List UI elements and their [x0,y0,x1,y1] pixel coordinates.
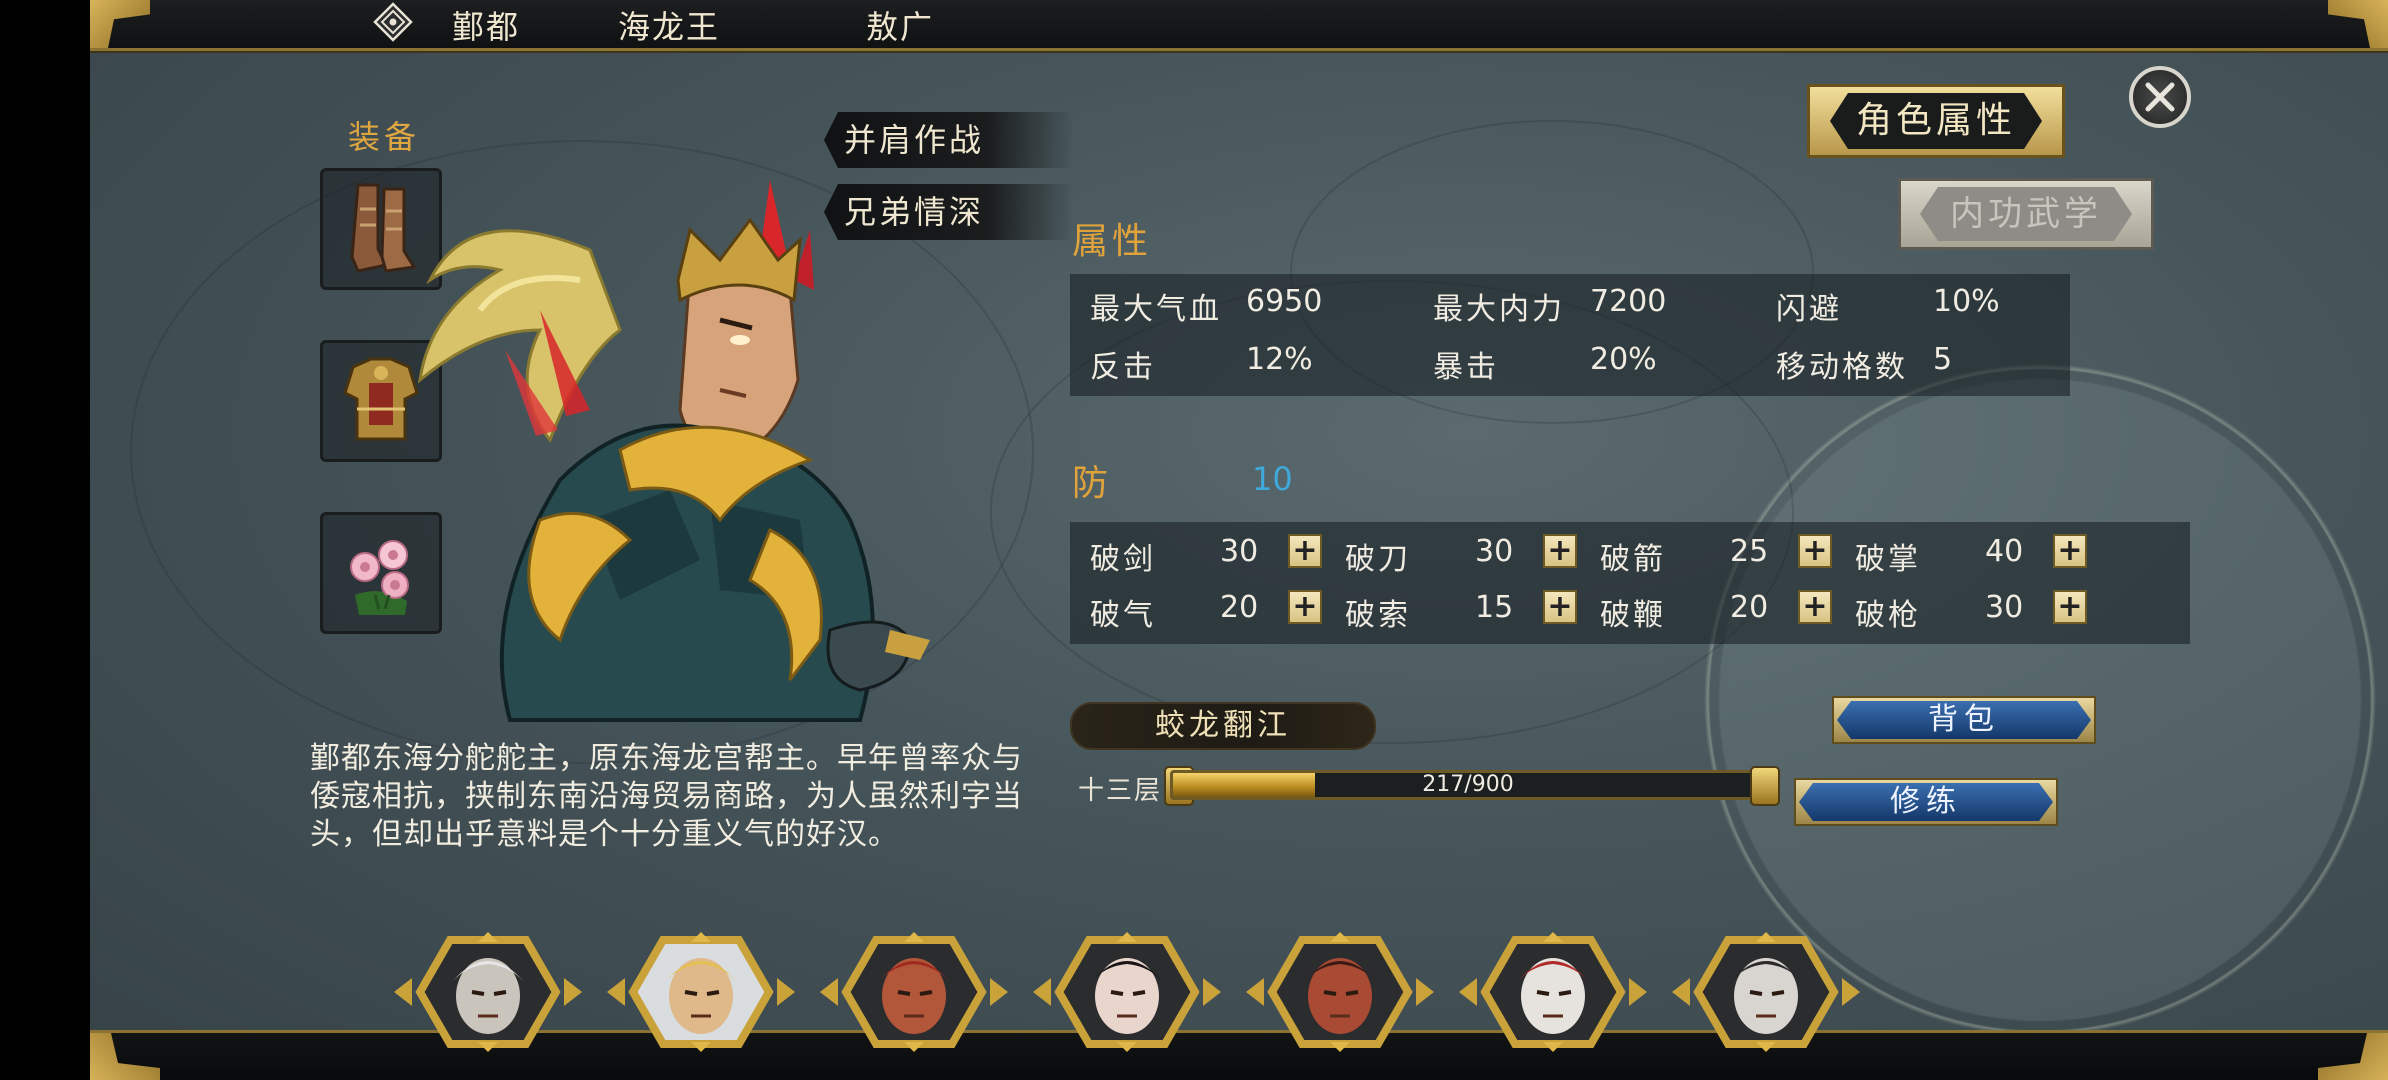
bond-tag[interactable]: 并肩作战 [824,112,1074,168]
defense-value-cell: 30 [1985,590,2024,625]
train-button-label: 修练 [1799,783,2053,821]
defense-value-cell: 15 [1475,590,1514,625]
equipment-title: 装备 [348,118,421,156]
character-description: 鄞都东海分舵舵主，原东海龙宫帮主。早年曾率众与倭寇相抗，挟制东南沿海贸易商路，为… [310,741,1023,852]
martial-skill-name[interactable]: 蛟龙翻江 [1070,702,1376,750]
defense-label: 破枪 [1855,598,1921,633]
tab-internal-martial-arts[interactable]: 内功武学 [1898,178,2154,250]
ornament-corner [90,0,150,48]
stat-label: 闪避 [1776,292,1842,327]
increase-button[interactable]: + [1543,590,1577,624]
tab-label: 角色属性 [1830,93,2042,149]
hero-portrait-1[interactable] [390,930,586,1054]
increase-button[interactable]: + [1543,534,1577,568]
stat-label: 暴击 [1433,350,1499,385]
faction-name: 鄞都 [452,8,521,46]
defense-label: 破掌 [1855,542,1921,577]
defense-title: 防 [1072,463,1113,504]
increase-button[interactable]: + [2053,534,2087,568]
tab-character-attributes[interactable]: 角色属性 [1807,84,2065,158]
defense-value: 10 [1252,460,1293,498]
increase-button[interactable]: + [1798,590,1832,624]
defense-label: 破气 [1090,598,1156,633]
hero-portrait-5[interactable] [1242,930,1438,1054]
bag-button-label: 背包 [1837,701,2091,739]
ornament-corner [2318,1033,2388,1080]
defense-value-cell: 30 [1475,534,1514,569]
train-button[interactable]: 修练 [1794,778,2058,826]
faction-crest-icon [373,2,413,42]
ornament-corner [90,1033,160,1080]
game-screen: 鄞都 海龙王 敖广 装备 并肩作战 兄弟情深 鄞都东海分舵舵主，原东海龙宫帮主。… [90,0,2388,1080]
hero-portrait-6[interactable] [1455,930,1651,1054]
attributes-title: 属性 [1072,221,1153,262]
stat-label: 反击 [1090,350,1156,385]
increase-button[interactable]: + [2053,590,2087,624]
increase-button[interactable]: + [1288,590,1322,624]
defense-label: 破箭 [1600,542,1666,577]
stat-value: 6950 [1246,284,1323,319]
stat-value: 20% [1590,342,1657,377]
stat-label: 最大内力 [1433,292,1565,327]
defense-panel: 破剑 30 + 破刀 30 + 破箭 25 + 破掌 40 + 破气 20 + … [1070,522,2190,644]
hero-portrait-7[interactable] [1668,930,1864,1054]
defense-label: 破刀 [1345,542,1411,577]
stat-label: 移动格数 [1776,350,1908,385]
defense-value-cell: 40 [1985,534,2024,569]
attributes-panel: 最大气血 6950 最大内力 7200 闪避 10% 反击 12% 暴击 20%… [1070,274,2070,396]
increase-button[interactable]: + [1288,534,1322,568]
defense-value-cell: 20 [1220,590,1259,625]
defense-label: 破索 [1345,598,1411,633]
close-button[interactable] [2129,66,2191,128]
hero-portrait-4[interactable] [1029,930,1225,1054]
defense-value-cell: 20 [1730,590,1769,625]
stat-value: 10% [1933,284,2000,319]
stat-label: 最大气血 [1090,292,1222,327]
close-icon [2145,82,2175,112]
character-portrait [417,180,930,722]
top-bar: 鄞都 海龙王 敖广 [90,0,2388,51]
character-title: 海龙王 [618,8,721,46]
bag-button[interactable]: 背包 [1832,696,2096,744]
skill-level: 十三层 [1078,776,1163,806]
skill-progress-bar: 217/900 [1170,770,1766,800]
defense-value-cell: 30 [1220,534,1259,569]
defense-value-cell: 25 [1730,534,1769,569]
hero-portrait-2[interactable] [603,930,799,1054]
character-name: 敖广 [866,8,935,46]
hero-portrait-3[interactable] [816,930,1012,1054]
defense-label: 破剑 [1090,542,1156,577]
stat-value: 7200 [1590,284,1667,319]
ornament-corner [2328,0,2388,48]
skill-progress-text: 217/900 [1422,772,1514,797]
stat-value: 12% [1246,342,1313,377]
defense-label: 破鞭 [1600,598,1666,633]
increase-button[interactable]: + [1798,534,1832,568]
bond-tag[interactable]: 兄弟情深 [824,184,1074,240]
stat-value: 5 [1933,342,1953,377]
progress-cap-right [1750,766,1780,806]
tab-label: 内功武学 [1920,187,2132,241]
